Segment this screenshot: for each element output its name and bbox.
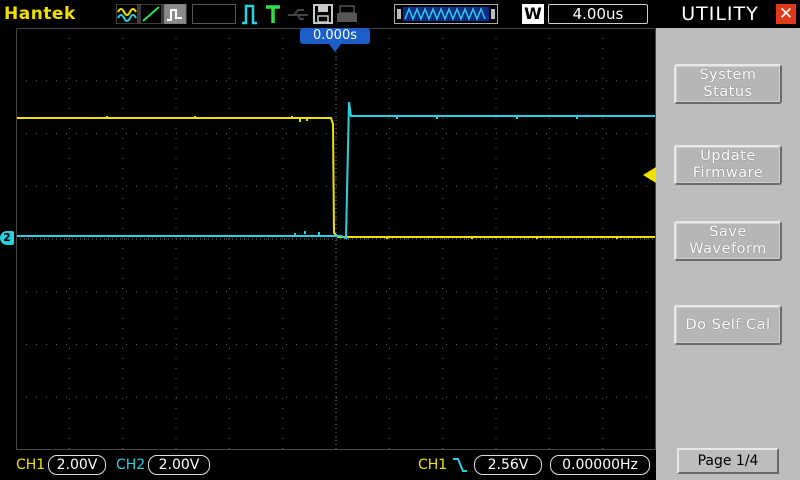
sine-wave-icon [115,3,139,25]
noise-speck [299,119,301,122]
falling-edge-icon [452,455,468,475]
noise-speck [516,116,518,119]
update-firmware-button[interactable]: Update Firmware [674,145,782,185]
trigger-pulse-icon [242,4,257,25]
waveform-memory-icon [394,4,498,24]
noise-speck [318,232,320,235]
noise-speck [306,118,308,121]
trigger-level[interactable]: 2.56V [474,455,542,475]
noise-speck [576,116,578,119]
ch1-label: CH1 [16,457,46,473]
scope-display [16,28,656,450]
floppy-save-icon [313,4,333,24]
noise-speck [396,116,398,119]
trigger-level-marker[interactable] [643,167,656,183]
printer-icon [337,5,357,22]
noise-speck [436,116,438,119]
usb-icon [288,9,308,20]
close-icon[interactable]: ✕ [776,4,796,24]
noise-speck [386,236,388,239]
trigger-position-marker[interactable]: 0.000s [300,28,370,44]
save-waveform-button[interactable]: Save Waveform [674,221,782,261]
ch2-ground-marker[interactable]: 2 [0,231,14,245]
noise-speck [471,236,473,239]
save-waveform-label: Save Waveform [689,224,767,257]
line-icon [139,3,163,25]
waveform-box-icon [163,3,187,25]
noise-speck [536,236,538,239]
timebase-readout: 4.00us [548,4,648,24]
ch1-trace [16,117,656,238]
noise-speck [106,116,108,119]
noise-speck [194,116,196,119]
brand-logo: Hantek [4,4,76,24]
ch2-trace [16,101,656,240]
page-button[interactable]: Page 1/4 [677,448,779,474]
trigger-source-label: CH1 [418,457,448,473]
trigger-t-icon [266,5,280,23]
trigger-icons [240,3,390,25]
panel-title: UTILITY [681,3,759,25]
trigger-position-arrow [329,44,341,52]
ch2-label: CH2 [116,457,146,473]
noise-speck [304,231,306,234]
do-self-cal-button[interactable]: Do Self Cal [674,305,782,345]
acquire-mode-badge: W [522,4,544,24]
noise-speck [294,233,296,236]
system-status-button[interactable]: System Status [674,64,782,104]
noise-speck [616,236,618,239]
noise-speck [291,116,293,119]
update-firmware-label: Update Firmware [692,148,764,181]
status-box [192,4,236,24]
ch2-scale[interactable]: 2.00V [148,455,210,475]
do-self-cal-label: Do Self Cal [685,316,771,333]
trigger-frequency: 0.00000Hz [550,455,650,475]
system-status-label: System Status [699,67,757,100]
display-mode-icons [115,3,188,25]
ch1-scale[interactable]: 2.00V [48,455,106,475]
